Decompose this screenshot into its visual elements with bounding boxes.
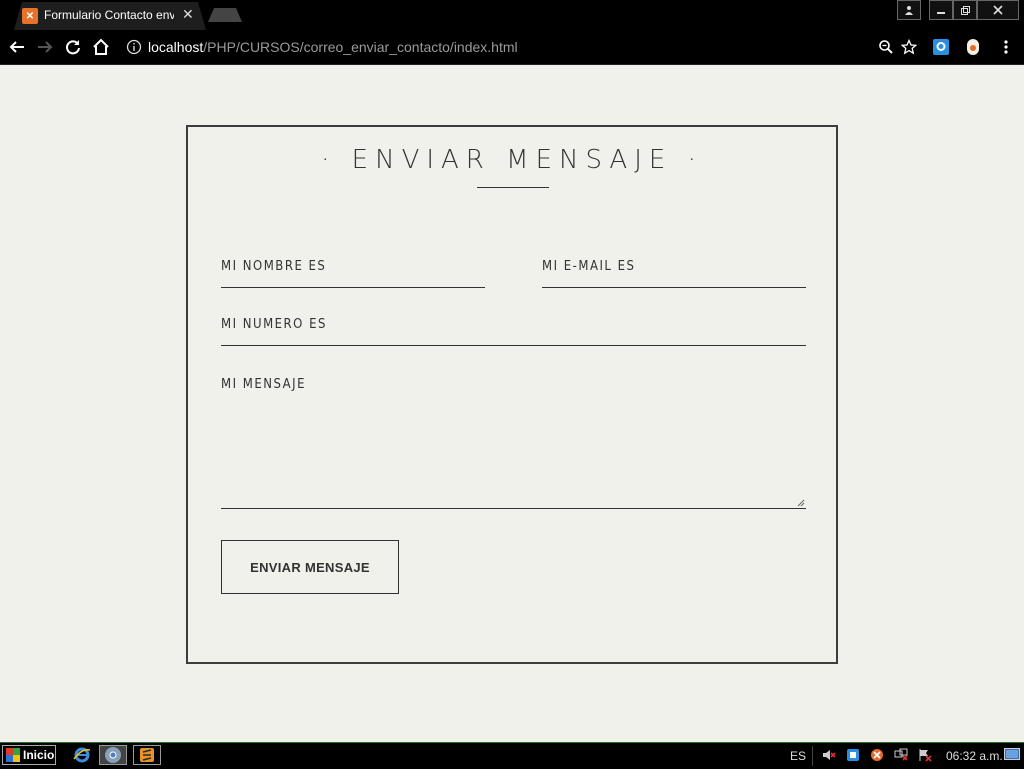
- chat-tray-icon[interactable]: [846, 748, 860, 762]
- start-button[interactable]: Inicio: [2, 745, 56, 765]
- url-host: localhost: [148, 39, 204, 55]
- network-icon[interactable]: [894, 748, 908, 762]
- chrome-taskbar-icon[interactable]: [99, 745, 127, 765]
- tab-title: Formulario Contacto enviar: [44, 8, 174, 22]
- tab-formulario[interactable]: ✕ Formulario Contacto enviar ✕: [14, 2, 206, 30]
- close-icon[interactable]: ✕: [182, 6, 194, 23]
- reload-icon[interactable]: [63, 37, 83, 57]
- contact-form: · ENVIAR MENSAJE · MI NOMBRE ES MI E-MAI…: [186, 125, 838, 664]
- profile-icon[interactable]: [897, 0, 921, 20]
- name-label[interactable]: MI NOMBRE ES: [221, 259, 326, 274]
- language-indicator[interactable]: ES: [790, 749, 806, 763]
- sublime-text-icon[interactable]: [133, 745, 161, 765]
- xampp-tray-icon[interactable]: [870, 748, 884, 762]
- address-bar[interactable]: localhost/PHP/CURSOS/correo_enviar_conta…: [148, 39, 518, 55]
- url-path: /PHP/CURSOS/correo_enviar_contacto/index…: [203, 39, 518, 55]
- new-tab-button[interactable]: [208, 8, 242, 22]
- internet-explorer-icon[interactable]: [68, 745, 96, 765]
- message-textarea[interactable]: [221, 508, 806, 509]
- info-icon[interactable]: [124, 37, 144, 57]
- extension-record-icon[interactable]: [963, 37, 983, 57]
- resize-handle-icon[interactable]: [797, 499, 805, 507]
- browser-toolbar: localhost/PHP/CURSOS/correo_enviar_conta…: [0, 30, 1024, 65]
- form-title: · ENVIAR MENSAJE ·: [321, 145, 703, 175]
- taskbar: Inicio ES 06:32 a.m.: [0, 742, 1024, 769]
- clock[interactable]: 06:32 a.m.: [946, 749, 1003, 763]
- title-divider: [477, 187, 549, 188]
- xampp-icon: ✕: [22, 8, 38, 24]
- email-input[interactable]: [542, 287, 806, 288]
- zoom-icon[interactable]: [876, 37, 896, 57]
- home-icon[interactable]: [91, 37, 111, 57]
- windows-logo-icon: [6, 748, 20, 762]
- name-input[interactable]: [221, 287, 485, 288]
- menu-kebab-icon[interactable]: [996, 37, 1016, 57]
- minimize-button[interactable]: [929, 0, 953, 20]
- volume-muted-icon[interactable]: [822, 748, 836, 762]
- phone-input[interactable]: [221, 345, 806, 346]
- action-center-flag-icon[interactable]: [918, 748, 932, 762]
- email-label[interactable]: MI E-MAIL ES: [542, 259, 635, 274]
- show-desktop-icon[interactable]: [1004, 748, 1020, 762]
- message-label[interactable]: MI MENSAJE: [221, 377, 306, 392]
- back-arrow-icon[interactable]: [7, 37, 27, 57]
- extension-chat-icon[interactable]: [931, 37, 951, 57]
- bookmark-star-icon[interactable]: [899, 37, 919, 57]
- tray-separator: [812, 746, 813, 766]
- forward-arrow-icon[interactable]: [35, 37, 55, 57]
- restore-button[interactable]: [953, 0, 977, 20]
- start-label: Inicio: [23, 748, 55, 762]
- close-window-button[interactable]: [977, 0, 1019, 20]
- tab-bar: ✕ Formulario Contacto enviar ✕: [0, 0, 1024, 30]
- phone-label[interactable]: MI NUMERO ES: [221, 317, 327, 332]
- send-message-button[interactable]: ENVIAR MENSAJE: [221, 540, 399, 594]
